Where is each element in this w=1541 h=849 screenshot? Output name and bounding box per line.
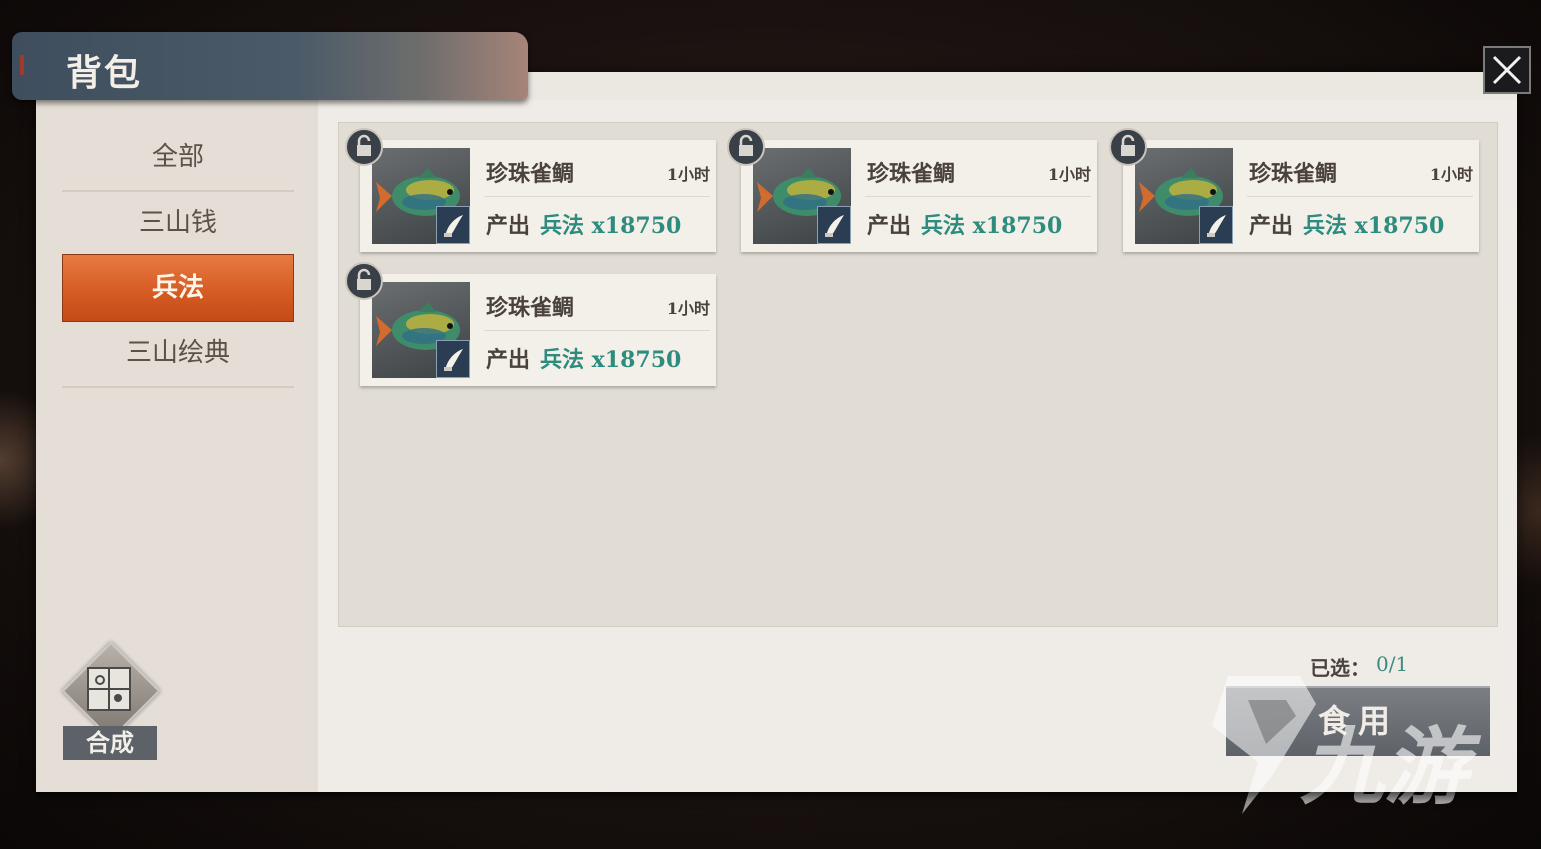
produce-value: 兵法 x18750 [540, 347, 682, 373]
title-accent-mark [20, 55, 24, 75]
card-divider [1247, 196, 1473, 197]
item-name: 珍珠雀鲷 [867, 161, 956, 187]
produce-label: 产出 [867, 213, 912, 239]
selected-count-label: 已选： [1310, 656, 1370, 680]
lock-toggle[interactable] [727, 128, 765, 166]
synthesize-button[interactable]: 合成 [60, 641, 161, 760]
tab-sanshan-coin[interactable]: 三山钱 [62, 190, 294, 258]
lock-toggle[interactable] [345, 262, 383, 300]
item-time: 1小时 [1047, 165, 1091, 184]
synthesize-label: 合成 [63, 726, 157, 760]
skill-badge [436, 340, 470, 378]
brush-icon [825, 215, 844, 237]
produce-label: 产出 [1249, 213, 1294, 239]
lock-toggle[interactable] [345, 128, 383, 166]
skill-badge [436, 206, 470, 244]
produce-value: 兵法 x18750 [1303, 213, 1445, 239]
brush-icon [444, 215, 463, 237]
panel-bottom-shadow [36, 792, 1517, 802]
card-divider [865, 196, 1091, 197]
skill-badge [817, 206, 851, 244]
brush-icon [1207, 215, 1226, 237]
unlock-icon [357, 134, 371, 156]
produce-value: 兵法 x18750 [540, 213, 682, 239]
item-name: 珍珠雀鲷 [486, 295, 575, 321]
produce-label: 产出 [486, 213, 531, 239]
skill-badge [1199, 206, 1233, 244]
unlock-icon [357, 268, 371, 290]
brush-icon [444, 349, 463, 371]
card-divider [484, 330, 710, 331]
item-card[interactable]: 珍珠雀鲷 1小时 产出 兵法 x18750 [741, 140, 1097, 252]
item-time: 1小时 [1429, 165, 1473, 184]
close-button[interactable] [1483, 46, 1531, 94]
selected-count-value: 0/1 [1376, 652, 1409, 676]
item-name: 珍珠雀鲷 [486, 161, 575, 187]
item-time: 1小时 [666, 165, 710, 184]
item-card[interactable]: 珍珠雀鲷 1小时 产出 兵法 x18750 [360, 274, 716, 386]
tab-sanshan-codex[interactable]: 三山绘典 [62, 320, 294, 388]
tab-bingfa[interactable]: 兵法 [62, 254, 294, 322]
unlock-icon [1121, 134, 1135, 156]
window-title: 背包 [66, 52, 143, 94]
item-card[interactable]: 珍珠雀鲷 1小时 产出 兵法 x18750 [1123, 140, 1479, 252]
produce-label: 产出 [486, 347, 531, 373]
grid-board-icon [87, 667, 131, 711]
lock-toggle[interactable] [1109, 128, 1147, 166]
close-icon [1492, 55, 1522, 85]
item-name: 珍珠雀鲷 [1249, 161, 1338, 187]
item-card[interactable]: 珍珠雀鲷 1小时 产出 兵法 x18750 [360, 140, 716, 252]
unlock-icon [739, 134, 753, 156]
item-time: 1小时 [666, 299, 710, 318]
produce-value: 兵法 x18750 [921, 213, 1063, 239]
watermark-text: 九游 [1300, 718, 1469, 816]
tab-all[interactable]: 全部 [62, 124, 294, 192]
card-divider [484, 196, 710, 197]
